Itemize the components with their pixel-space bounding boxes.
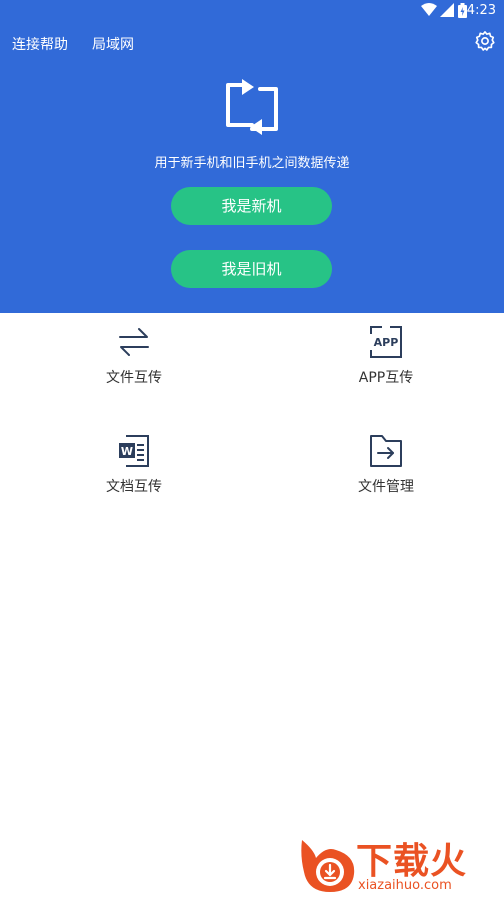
status-time: 4:23 — [466, 3, 496, 18]
gear-icon[interactable] — [474, 30, 496, 52]
app-icon: APP — [370, 326, 402, 358]
svg-text:W: W — [121, 445, 133, 458]
svg-text:APP: APP — [374, 336, 399, 349]
watermark-url: xiazaihuo.com — [358, 878, 452, 893]
file-manager-label: 文件管理 — [358, 479, 414, 495]
hero-panel: 4:23 连接帮助 局域网 用于新手机和旧手机之间数据传递 我是新机 我是旧机 — [0, 0, 504, 313]
battery-icon — [458, 3, 467, 18]
old-phone-button[interactable]: 我是旧机 — [171, 250, 332, 288]
file-transfer-tile[interactable]: 文件互传 — [8, 313, 260, 421]
folder-arrow-icon — [370, 435, 402, 467]
doc-transfer-tile[interactable]: W 文档互传 — [8, 422, 260, 530]
app-transfer-label: APP互传 — [358, 370, 414, 386]
watermark-logo: 下载火 xiazaihuo.com — [296, 828, 502, 894]
wifi-icon — [421, 3, 437, 16]
connect-help-link[interactable]: 连接帮助 — [12, 34, 68, 54]
file-transfer-label: 文件互传 — [106, 370, 162, 386]
lan-link[interactable]: 局域网 — [92, 34, 134, 54]
new-phone-button[interactable]: 我是新机 — [171, 187, 332, 225]
app-transfer-tile[interactable]: APP APP互传 — [260, 313, 504, 421]
status-bar: 4:23 — [0, 0, 504, 22]
swap-arrows-icon — [119, 328, 149, 356]
doc-transfer-label: 文档互传 — [106, 479, 162, 495]
transfer-arrows-icon — [226, 79, 278, 135]
signal-icon — [440, 3, 454, 17]
watermark-brand: 下载火 — [356, 841, 468, 882]
file-manager-tile[interactable]: 文件管理 — [260, 422, 504, 530]
flame-logo-icon — [301, 840, 355, 892]
tagline: 用于新手机和旧手机之间数据传递 — [154, 156, 350, 171]
word-doc-icon: W — [119, 435, 149, 467]
